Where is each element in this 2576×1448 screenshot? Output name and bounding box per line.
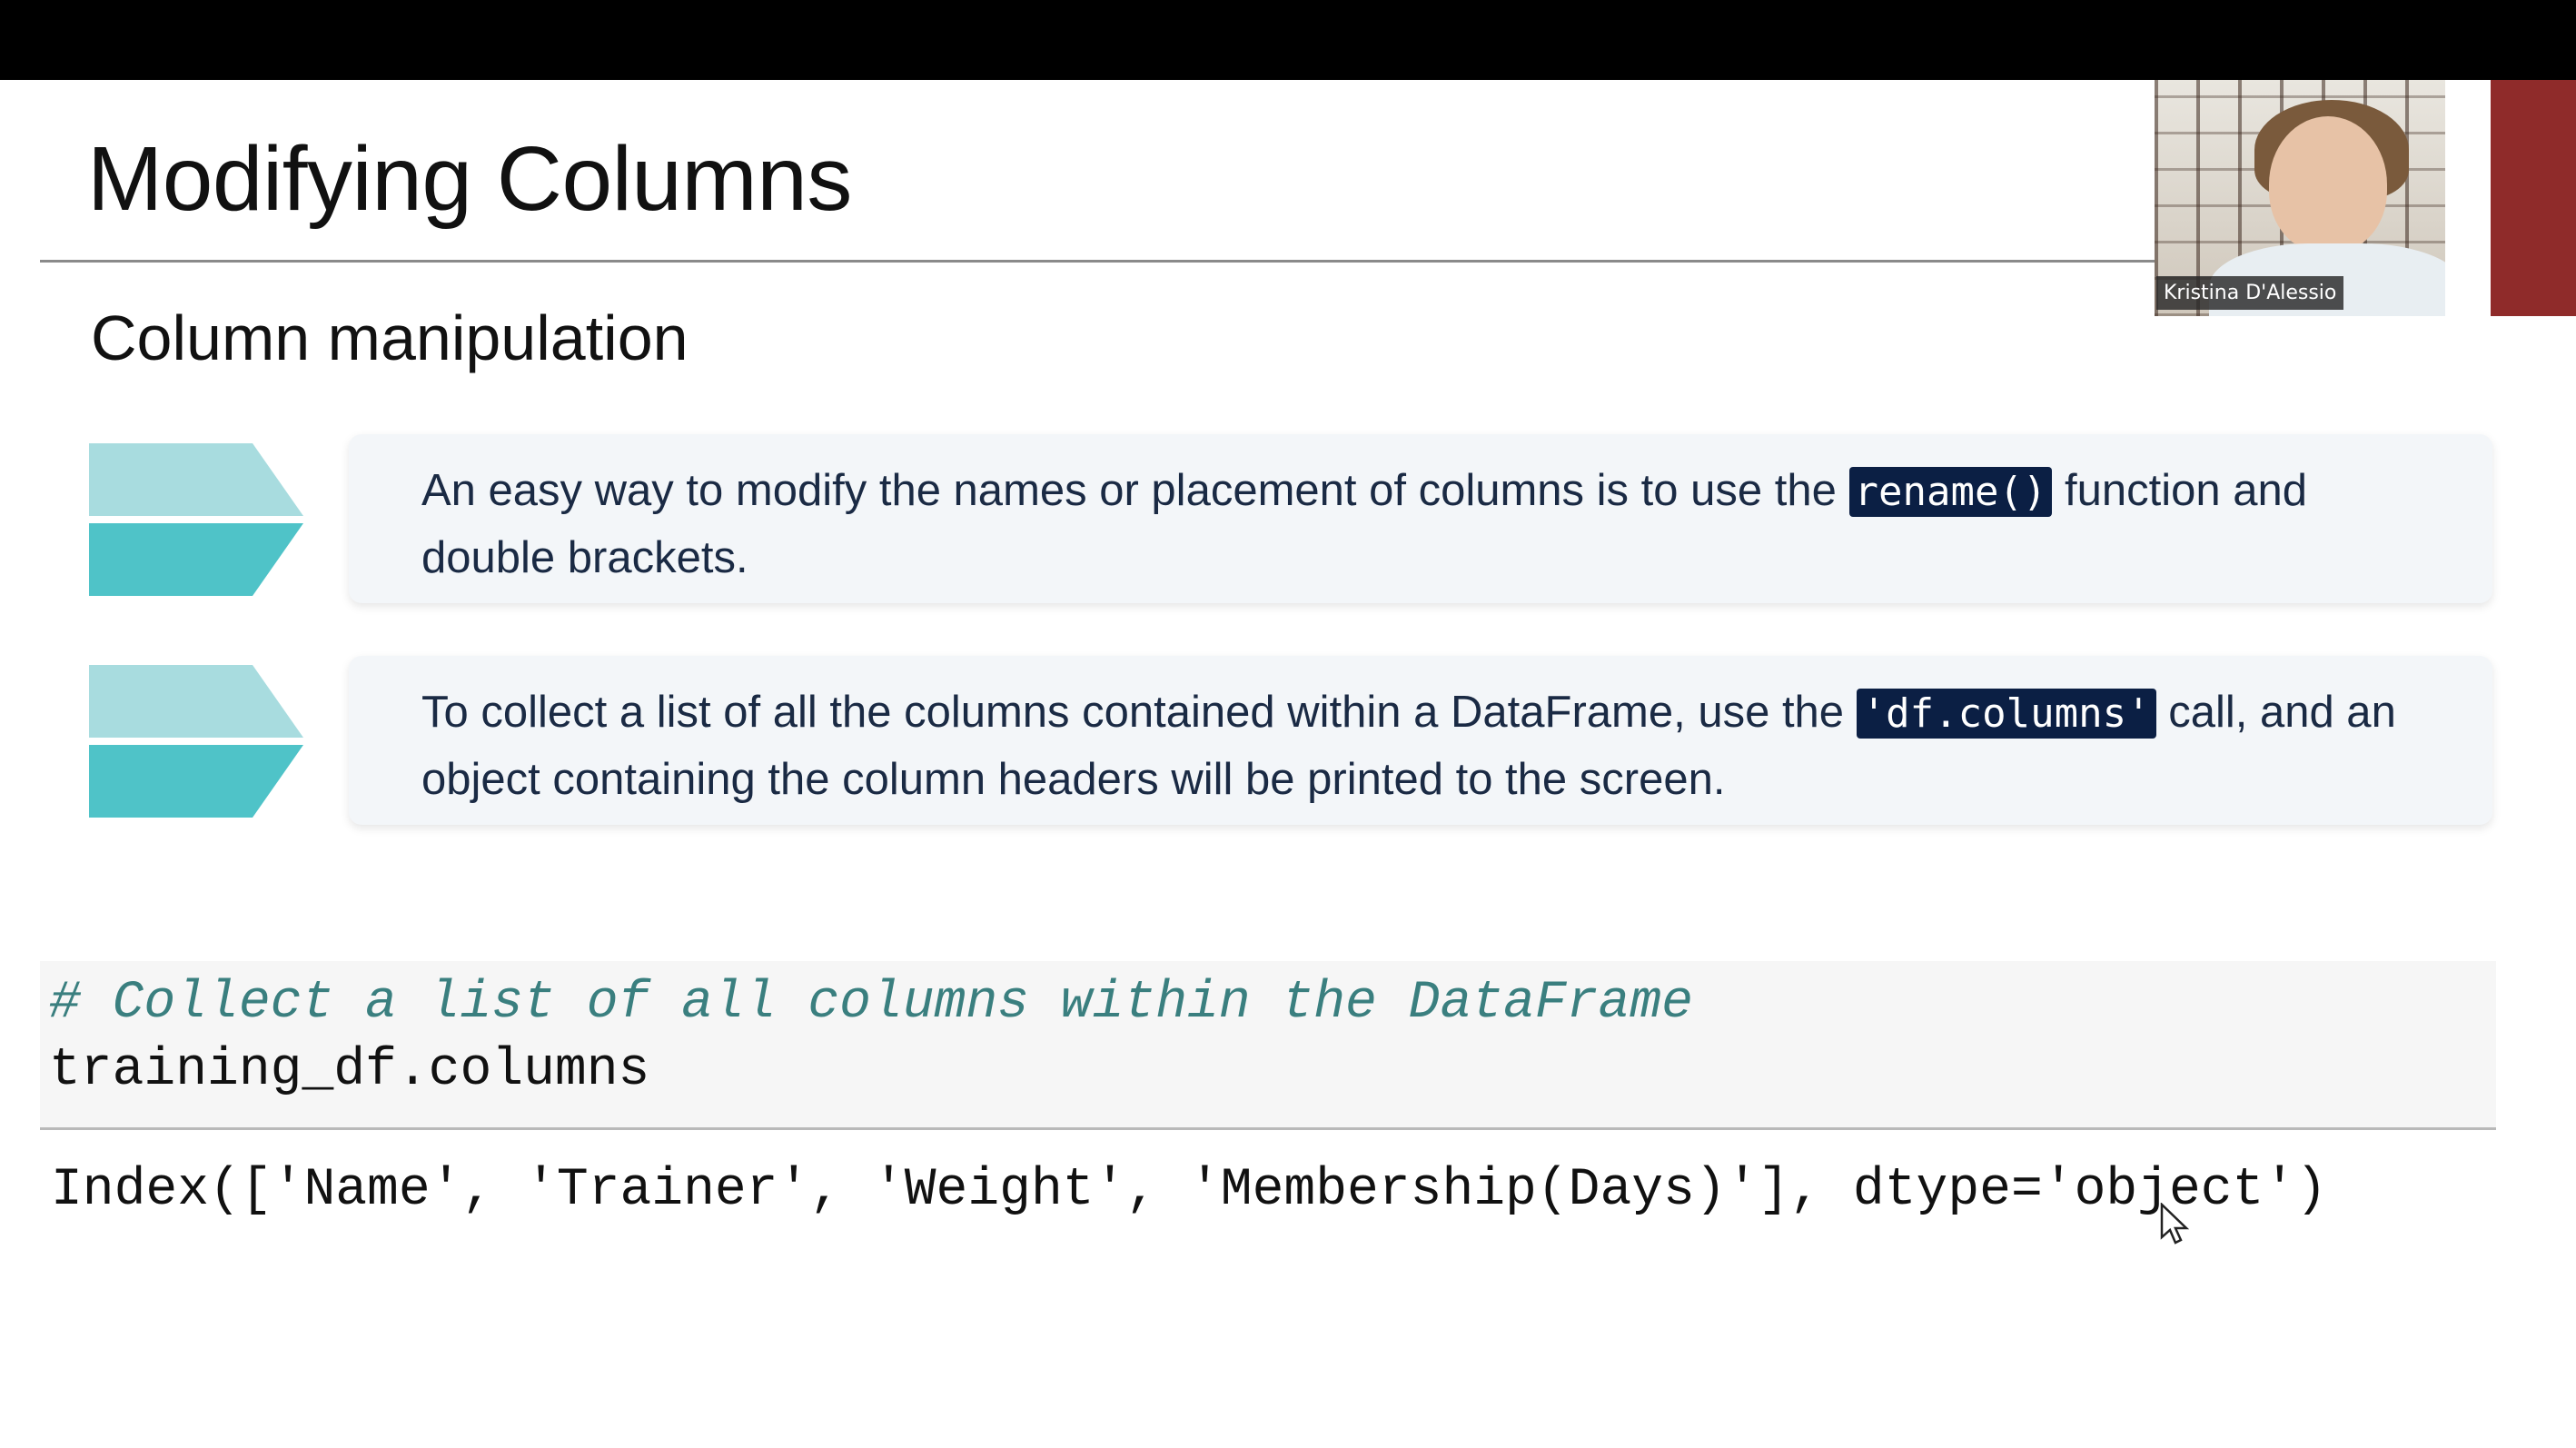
chevron-arrow-icon bbox=[89, 443, 303, 596]
bullet-text-before: To collect a list of all the columns con… bbox=[421, 688, 1857, 737]
code-comment: # Collect a list of all columns within t… bbox=[49, 974, 1693, 1033]
code-statement: training_df.columns bbox=[49, 1041, 650, 1100]
participant-name-tag: Kristina D'Alessio bbox=[2156, 276, 2344, 310]
slide-subtitle: Column manipulation bbox=[91, 302, 689, 373]
bullet-card-rename: An easy way to modify the names or place… bbox=[349, 434, 2492, 603]
chevron-arrow-icon bbox=[89, 665, 303, 818]
bullet-card-df-columns: To collect a list of all the columns con… bbox=[349, 656, 2492, 825]
mouse-cursor-icon bbox=[2160, 1202, 2190, 1246]
presenter-face bbox=[2269, 116, 2387, 253]
code-cell: # Collect a list of all columns within t… bbox=[40, 961, 2496, 1130]
code-snippet-df-columns: 'df.columns' bbox=[1856, 689, 2156, 739]
code-snippet-rename: rename() bbox=[1848, 467, 2053, 517]
bullet-text-before: An easy way to modify the names or place… bbox=[421, 466, 1849, 515]
code-output: Index(['Name', 'Trainer', 'Weight', 'Mem… bbox=[51, 1161, 2328, 1220]
slide-title: Modifying Columns bbox=[87, 128, 852, 230]
video-background-door bbox=[2445, 80, 2576, 316]
top-black-bar bbox=[0, 0, 2576, 80]
bullet-text: An easy way to modify the names or place… bbox=[421, 458, 2438, 590]
bullet-text: To collect a list of all the columns con… bbox=[421, 679, 2438, 812]
title-divider bbox=[40, 260, 2156, 263]
